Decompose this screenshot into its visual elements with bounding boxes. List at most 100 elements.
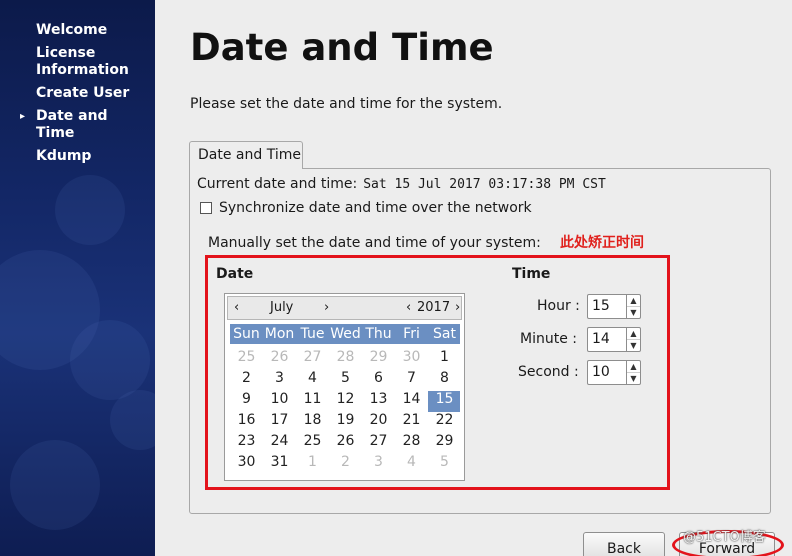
calendar-day[interactable]: 25 bbox=[296, 433, 329, 449]
calendar-day[interactable]: 7 bbox=[395, 370, 428, 386]
chevron-up-icon[interactable]: ▲ bbox=[627, 361, 640, 372]
calendar-day[interactable]: 28 bbox=[395, 433, 428, 449]
watermark: @51CTO博客 bbox=[683, 530, 766, 545]
time-section-label: Time bbox=[512, 266, 551, 282]
calendar-day[interactable]: 23 bbox=[230, 433, 263, 449]
chevron-up-icon[interactable]: ▲ bbox=[627, 295, 640, 306]
calendar-day[interactable]: 21 bbox=[395, 412, 428, 428]
calendar-day[interactable]: 24 bbox=[263, 433, 296, 449]
weekday-label: Wed bbox=[330, 326, 361, 342]
current-datetime: Current date and time: Sat 15 Jul 2017 03… bbox=[197, 176, 606, 192]
second-spinner[interactable]: 10 ▲ ▼ bbox=[587, 360, 641, 385]
calendar-day[interactable]: 18 bbox=[296, 412, 329, 428]
calendar-day[interactable]: 30 bbox=[395, 349, 428, 365]
calendar-day[interactable]: 10 bbox=[263, 391, 296, 407]
calendar-day[interactable]: 30 bbox=[230, 454, 263, 470]
calendar-day[interactable]: 31 bbox=[263, 454, 296, 470]
calendar-day[interactable]: 28 bbox=[329, 349, 362, 365]
chevron-down-icon[interactable]: ▼ bbox=[627, 372, 640, 383]
prev-year-button[interactable]: ‹ bbox=[406, 300, 411, 315]
calendar-day[interactable]: 26 bbox=[263, 349, 296, 365]
sidebar-steps: Welcome License Information Create User … bbox=[0, 22, 155, 171]
annotation-text: 此处矫正时间 bbox=[560, 235, 644, 251]
calendar-day[interactable]: 3 bbox=[362, 454, 395, 470]
sidebar-decoration bbox=[70, 320, 150, 400]
sync-network-label: Synchronize date and time over the netwo… bbox=[219, 200, 532, 216]
page-intro: Please set the date and time for the sys… bbox=[190, 96, 503, 112]
weekday-label: Sat bbox=[433, 326, 456, 342]
calendar-day[interactable]: 15 bbox=[428, 391, 461, 407]
sidebar-step-welcome: Welcome bbox=[0, 22, 110, 39]
sidebar-step-create-user: Create User bbox=[0, 85, 140, 102]
calendar-day[interactable]: 11 bbox=[296, 391, 329, 407]
calendar-day[interactable]: 2 bbox=[329, 454, 362, 470]
calendar-day[interactable]: 25 bbox=[230, 349, 263, 365]
calendar-day[interactable]: 4 bbox=[296, 370, 329, 386]
second-value[interactable]: 10 bbox=[592, 364, 610, 380]
chevron-down-icon[interactable]: ▼ bbox=[627, 339, 640, 350]
minute-label: Minute : bbox=[520, 331, 577, 347]
hour-value[interactable]: 15 bbox=[592, 298, 610, 314]
calendar-day[interactable]: 9 bbox=[230, 391, 263, 407]
minute-value[interactable]: 14 bbox=[592, 331, 610, 347]
calendar-day[interactable]: 17 bbox=[263, 412, 296, 428]
calendar-header: ‹ July › ‹ 2017 › bbox=[227, 296, 462, 320]
calendar-day[interactable]: 6 bbox=[362, 370, 395, 386]
calendar-day[interactable]: 27 bbox=[362, 433, 395, 449]
manual-set-label: Manually set the date and time of your s… bbox=[208, 235, 541, 251]
page-title: Date and Time bbox=[190, 26, 494, 69]
calendar-day[interactable]: 29 bbox=[428, 433, 461, 449]
calendar-day[interactable]: 12 bbox=[329, 391, 362, 407]
sidebar-step-kdump: Kdump bbox=[0, 148, 110, 165]
prev-month-button[interactable]: ‹ bbox=[234, 300, 239, 315]
chevron-up-icon[interactable]: ▲ bbox=[627, 328, 640, 339]
next-year-button[interactable]: › bbox=[455, 300, 460, 315]
back-button[interactable]: Back bbox=[583, 532, 665, 556]
weekday-label: Tue bbox=[300, 326, 325, 342]
calendar-day[interactable]: 29 bbox=[362, 349, 395, 365]
calendar-day[interactable]: 22 bbox=[428, 412, 461, 428]
minute-spin-buttons: ▲ ▼ bbox=[626, 328, 640, 351]
calendar-day[interactable]: 16 bbox=[230, 412, 263, 428]
sidebar-step-label: License Information bbox=[36, 45, 129, 78]
sync-network-option[interactable]: Synchronize date and time over the netwo… bbox=[200, 200, 532, 216]
calendar-day[interactable]: 14 bbox=[395, 391, 428, 407]
second-spin-buttons: ▲ ▼ bbox=[626, 361, 640, 384]
sidebar: Welcome License Information Create User … bbox=[0, 0, 155, 556]
sidebar-decoration bbox=[10, 440, 100, 530]
calendar-day[interactable]: 27 bbox=[296, 349, 329, 365]
calendar-day[interactable]: 1 bbox=[296, 454, 329, 470]
second-label: Second : bbox=[518, 364, 579, 380]
calendar-day[interactable]: 19 bbox=[329, 412, 362, 428]
calendar-month: July bbox=[270, 300, 294, 315]
sidebar-step-label: Welcome bbox=[36, 22, 108, 38]
calendar-day[interactable]: 1 bbox=[428, 349, 461, 365]
current-datetime-label: Current date and time: bbox=[197, 176, 358, 192]
calendar-day[interactable]: 8 bbox=[428, 370, 461, 386]
sync-network-checkbox[interactable] bbox=[200, 202, 212, 214]
calendar[interactable]: ‹ July › ‹ 2017 › Sun Mon Tue Wed Thu Fr… bbox=[224, 293, 465, 481]
calendar-day[interactable]: 26 bbox=[329, 433, 362, 449]
calendar-day[interactable]: 4 bbox=[395, 454, 428, 470]
weekday-label: Thu bbox=[365, 326, 392, 342]
calendar-weekdays: Sun Mon Tue Wed Thu Fri Sat bbox=[230, 324, 460, 344]
calendar-day[interactable]: 5 bbox=[428, 454, 461, 470]
calendar-day[interactable]: 2 bbox=[230, 370, 263, 386]
sidebar-step-label: Date and Time bbox=[36, 108, 108, 141]
hour-label: Hour : bbox=[537, 298, 580, 314]
current-datetime-value: Sat 15 Jul 2017 03:17:38 PM CST bbox=[363, 177, 606, 192]
next-month-button[interactable]: › bbox=[324, 300, 329, 315]
calendar-day[interactable]: 13 bbox=[362, 391, 395, 407]
hour-spinner[interactable]: 15 ▲ ▼ bbox=[587, 294, 641, 319]
calendar-day[interactable]: 20 bbox=[362, 412, 395, 428]
chevron-down-icon[interactable]: ▼ bbox=[627, 306, 640, 317]
calendar-day[interactable]: 3 bbox=[263, 370, 296, 386]
minute-spinner[interactable]: 14 ▲ ▼ bbox=[587, 327, 641, 352]
date-section-label: Date bbox=[216, 266, 254, 282]
hour-spin-buttons: ▲ ▼ bbox=[626, 295, 640, 318]
calendar-day[interactable]: 5 bbox=[329, 370, 362, 386]
triangle-right-icon: ▸ bbox=[20, 111, 26, 122]
tab-date-and-time[interactable]: Date and Time bbox=[189, 141, 303, 169]
weekday-label: Fri bbox=[403, 326, 420, 342]
weekday-label: Sun bbox=[233, 326, 260, 342]
